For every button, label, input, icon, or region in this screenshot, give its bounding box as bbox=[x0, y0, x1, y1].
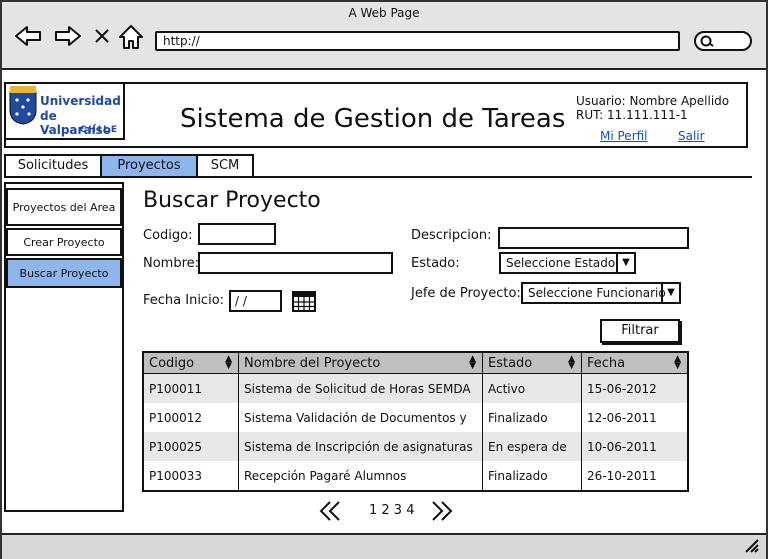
user-rut: RUT: 11.111.111-1 bbox=[576, 108, 688, 122]
sort-icon: ▲ ▼ bbox=[225, 354, 232, 371]
column-header-fecha[interactable]: Fecha ▲ ▼ bbox=[581, 352, 688, 374]
browser-search-field[interactable] bbox=[694, 31, 752, 51]
sidebar-item-crear-proyecto[interactable]: Crear Proyecto bbox=[6, 228, 122, 256]
forward-arrow-icon[interactable] bbox=[54, 24, 82, 48]
cell-codigo: P100012 bbox=[149, 410, 203, 425]
column-header-codigo[interactable]: Codigo ▲ ▼ bbox=[143, 352, 239, 374]
chevron-down-icon: ▼ bbox=[616, 254, 634, 272]
jefe-proyecto-label: Jefe de Proyecto: bbox=[411, 286, 521, 301]
jefe-proyecto-select-value: Seleccione Funcionario bbox=[528, 286, 666, 300]
cell-codigo: P100025 bbox=[143, 432, 239, 461]
sort-icon: ▲ ▼ bbox=[674, 354, 681, 371]
user-name: Usuario: Nombre Apellido bbox=[576, 94, 730, 108]
estado-select[interactable]: Seleccione Estado ▼ bbox=[499, 252, 636, 274]
cell-fecha: 10-06-2011 bbox=[581, 432, 688, 461]
cell-fecha: 15-06-2012 bbox=[581, 373, 688, 403]
tab-scm[interactable]: SCM bbox=[196, 154, 254, 178]
cell-fecha: 26-10-2011 bbox=[581, 461, 688, 491]
cell-codigo: P100033 bbox=[149, 468, 203, 483]
close-icon[interactable] bbox=[94, 28, 110, 44]
cell-estado: Activo bbox=[482, 373, 582, 403]
jefe-proyecto-select[interactable]: Seleccione Funcionario ▼ bbox=[521, 282, 681, 304]
cell-estado: En espera de bbox=[482, 432, 582, 461]
fecha-inicio-input[interactable]: / / bbox=[229, 290, 282, 312]
nombre-label: Nombre: bbox=[143, 256, 200, 271]
estado-label: Estado: bbox=[411, 256, 460, 271]
resize-grip-icon[interactable] bbox=[742, 537, 760, 553]
sidebar-item-buscar-proyecto[interactable]: Buscar Proyecto bbox=[6, 258, 122, 288]
tab-proyectos[interactable]: Proyectos bbox=[100, 154, 198, 178]
fecha-inicio-label: Fecha Inicio: bbox=[143, 293, 225, 308]
app-title: Sistema de Gestion de Tareas bbox=[180, 104, 566, 134]
tab-divider bbox=[4, 176, 752, 178]
cell-estado: Finalizado bbox=[482, 403, 582, 432]
logo-line-1: Universidad bbox=[40, 94, 121, 108]
cell-estado: Finalizado bbox=[482, 461, 582, 491]
filter-button[interactable]: Filtrar bbox=[600, 319, 680, 343]
table-header-row: Codigo ▲ ▼ Nombre del Proyecto ▲ ▼ Estado ▲ ▼ … bbox=[143, 352, 688, 374]
tab-solicitudes[interactable]: Solicitudes bbox=[4, 154, 102, 178]
my-profile-link[interactable]: Mi Perfil bbox=[600, 129, 648, 143]
cell-nombre: Sistema de Solicitud de Horas SEMDA bbox=[238, 373, 483, 403]
codigo-label: Codigo: bbox=[143, 228, 193, 243]
sidebar-item-proyectos-del-area[interactable]: Proyectos del Area bbox=[6, 188, 122, 226]
next-page-icon[interactable] bbox=[430, 500, 454, 522]
home-icon[interactable] bbox=[118, 24, 144, 50]
descripcion-label: Descripcion: bbox=[411, 228, 492, 243]
table-row[interactable]: P100012 Sistema Validación de Documentos… bbox=[143, 403, 688, 432]
descripcion-input[interactable] bbox=[498, 227, 689, 249]
search-icon bbox=[700, 35, 714, 47]
column-header-nombre[interactable]: Nombre del Proyecto ▲ ▼ bbox=[238, 352, 483, 374]
crest-icon bbox=[9, 86, 37, 125]
status-bar bbox=[2, 533, 766, 559]
table-row[interactable]: P100025 Sistema de Inscripción de asigna… bbox=[143, 432, 688, 461]
previous-page-icon[interactable] bbox=[318, 500, 342, 522]
window-title: A Web Page bbox=[348, 6, 420, 20]
back-arrow-icon[interactable] bbox=[14, 24, 42, 48]
logout-link[interactable]: Salir bbox=[678, 129, 705, 143]
sort-icon: ▲ ▼ bbox=[568, 354, 575, 371]
page-numbers[interactable]: 1 2 3 4 bbox=[369, 503, 414, 518]
cell-nombre: Sistema Validación de Documentos y bbox=[238, 403, 483, 432]
estado-select-value: Seleccione Estado bbox=[506, 256, 616, 270]
logo-line-3: CHILE bbox=[79, 125, 119, 135]
cell-fecha: 12-06-2011 bbox=[581, 403, 688, 432]
sort-icon: ▲ ▼ bbox=[469, 354, 476, 371]
user-info: Usuario: Nombre Apellido RUT: 11.111.111… bbox=[576, 94, 729, 122]
cell-codigo: P100011 bbox=[143, 373, 239, 403]
codigo-input[interactable] bbox=[198, 223, 276, 245]
cell-nombre: Recepción Pagaré Alumnos bbox=[238, 461, 483, 491]
university-logo: Universidad de Valparaíso CHILE bbox=[4, 82, 125, 140]
cell-nombre: Sistema de Inscripción de asignaturas bbox=[238, 432, 483, 461]
url-bar[interactable]: http:// bbox=[155, 31, 680, 51]
chevron-down-icon: ▼ bbox=[661, 284, 679, 302]
page-title: Buscar Proyecto bbox=[143, 188, 321, 213]
results-table: Codigo ▲ ▼ Nombre del Proyecto ▲ ▼ Estado ▲ ▼ … bbox=[142, 351, 689, 492]
column-header-estado[interactable]: Estado ▲ ▼ bbox=[482, 352, 582, 374]
table-row[interactable]: P100011 Sistema de Solicitud de Horas SE… bbox=[143, 373, 688, 403]
nombre-input[interactable] bbox=[198, 252, 393, 274]
calendar-icon[interactable] bbox=[292, 289, 316, 313]
sidebar: Proyectos del Area Crear Proyecto Buscar… bbox=[4, 182, 124, 512]
table-row[interactable]: P100033 Recepción Pagaré Alumnos Finaliz… bbox=[143, 461, 688, 491]
